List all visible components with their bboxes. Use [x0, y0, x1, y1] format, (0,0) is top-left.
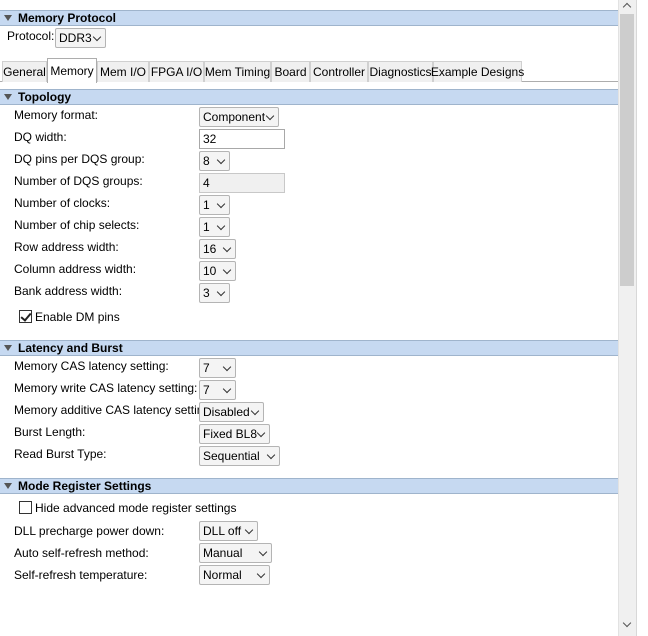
tab-fpga-io[interactable]: FPGA I/O [149, 61, 204, 82]
chevron-down-icon [222, 243, 232, 253]
bank-address-width-select[interactable]: 3 [199, 283, 230, 303]
chevron-down-icon [266, 450, 276, 460]
tab-memory[interactable]: Memory [47, 58, 97, 83]
tab-controller[interactable]: Controller [310, 61, 368, 82]
tab-bar: General Memory Mem I/O FPGA I/O Mem Timi… [0, 58, 618, 83]
self-refresh-temp-label: Self-refresh temperature: [14, 568, 148, 582]
chevron-down-icon [222, 362, 232, 372]
chevron-down-icon [222, 384, 232, 394]
num-dqs-groups-value: 4 [203, 176, 210, 190]
chevron-down-icon [92, 32, 102, 42]
chevron-down-icon [222, 265, 232, 275]
burst-length-value: Fixed BL8 [203, 427, 258, 441]
topology-header[interactable]: Topology [0, 89, 618, 105]
memory-format-value: Component [203, 110, 266, 124]
read-burst-type-value: Sequential [203, 449, 260, 463]
chevron-down-icon [250, 406, 260, 416]
column-address-width-value: 10 [203, 264, 217, 278]
self-refresh-temp-select[interactable]: Normal [199, 565, 270, 585]
column-address-width-label: Column address width: [14, 262, 137, 276]
dq-width-label: DQ width: [14, 130, 67, 144]
num-clocks-label: Number of clocks: [14, 196, 111, 210]
section-title: Memory Protocol [18, 11, 117, 25]
memory-format-select[interactable]: Component [199, 107, 279, 127]
dll-precharge-value: DLL off [203, 524, 242, 538]
read-burst-type-label: Read Burst Type: [14, 447, 107, 461]
cas-latency-select[interactable]: 7 [199, 358, 236, 378]
row-address-width-label: Row address width: [14, 240, 119, 254]
enable-dm-pins-checkbox[interactable] [19, 310, 32, 323]
chevron-down-icon [216, 221, 226, 231]
num-clocks-select[interactable]: 1 [199, 195, 230, 215]
tab-general[interactable]: General [2, 61, 47, 82]
num-chip-selects-value: 1 [203, 220, 210, 234]
protocol-value: DDR3 [59, 31, 92, 45]
collapse-triangle-icon[interactable] [4, 345, 12, 351]
bank-address-width-value: 3 [203, 286, 210, 300]
tab-example-designs[interactable]: Example Designs [431, 61, 524, 82]
chevron-down-icon [244, 525, 254, 535]
self-refresh-temp-value: Normal [203, 568, 242, 582]
additive-cas-latency-value: Disabled [203, 405, 250, 419]
memory-protocol-header[interactable]: Memory Protocol [0, 10, 618, 26]
chevron-down-icon [265, 111, 275, 121]
dq-pins-per-dqs-select[interactable]: 8 [199, 151, 230, 171]
auto-self-refresh-value: Manual [203, 546, 243, 560]
mode-register-header[interactable]: Mode Register Settings [0, 478, 618, 494]
section-title: Mode Register Settings [18, 479, 152, 493]
write-cas-latency-label: Memory write CAS latency setting: [14, 381, 198, 395]
memory-format-label: Memory format: [14, 108, 99, 122]
hide-advanced-label: Hide advanced mode register settings [35, 501, 237, 515]
protocol-select[interactable]: DDR3 [55, 28, 106, 48]
additive-cas-latency-select[interactable]: Disabled [199, 402, 264, 422]
write-cas-latency-select[interactable]: 7 [199, 380, 236, 400]
protocol-label: Protocol: [7, 29, 55, 43]
dq-width-value: 32 [203, 132, 217, 146]
num-dqs-groups-label: Number of DQS groups: [14, 174, 143, 188]
column-address-width-select[interactable]: 10 [199, 261, 236, 281]
num-dqs-groups-field: 4 [199, 173, 285, 193]
chevron-down-icon [258, 547, 268, 557]
write-cas-latency-value: 7 [203, 383, 210, 397]
read-burst-type-select[interactable]: Sequential [199, 446, 280, 466]
collapse-triangle-icon[interactable] [4, 483, 12, 489]
tab-board[interactable]: Board [271, 61, 310, 82]
tab-diagnostics[interactable]: Diagnostics [368, 61, 433, 82]
dll-precharge-label: DLL precharge power down: [14, 524, 165, 538]
chevron-down-icon [216, 155, 226, 165]
row-address-width-value: 16 [203, 242, 217, 256]
dll-precharge-select[interactable]: DLL off [199, 521, 258, 541]
chevron-down-icon [216, 287, 226, 297]
chevron-down-icon [256, 428, 266, 438]
section-title: Latency and Burst [18, 341, 123, 355]
burst-length-select[interactable]: Fixed BL8 [199, 424, 270, 444]
row-address-width-select[interactable]: 16 [199, 239, 236, 259]
chevron-down-icon [216, 199, 226, 209]
tab-mem-io[interactable]: Mem I/O [97, 61, 149, 82]
auto-self-refresh-label: Auto self-refresh method: [14, 546, 149, 560]
auto-self-refresh-select[interactable]: Manual [199, 543, 272, 563]
cas-latency-label: Memory CAS latency setting: [14, 359, 169, 373]
bank-address-width-label: Bank address width: [14, 284, 123, 298]
cas-latency-value: 7 [203, 361, 210, 375]
dq-width-field[interactable]: 32 [199, 129, 285, 149]
enable-dm-pins-label: Enable DM pins [35, 310, 120, 324]
tab-mem-timing[interactable]: Mem Timing [204, 61, 271, 82]
collapse-triangle-icon[interactable] [4, 94, 12, 100]
dq-pins-per-dqs-value: 8 [203, 154, 210, 168]
scrollbar-thumb[interactable] [620, 14, 634, 286]
collapse-triangle-icon[interactable] [4, 15, 12, 21]
hide-advanced-checkbox[interactable] [19, 501, 32, 514]
num-chip-selects-label: Number of chip selects: [14, 218, 140, 232]
dq-pins-per-dqs-label: DQ pins per DQS group: [14, 152, 145, 166]
num-chip-selects-select[interactable]: 1 [199, 217, 230, 237]
additive-cas-latency-label: Memory additive CAS latency setting: [14, 403, 214, 417]
latency-burst-header[interactable]: Latency and Burst [0, 340, 618, 356]
chevron-down-icon [256, 569, 266, 579]
num-clocks-value: 1 [203, 198, 210, 212]
section-title: Topology [18, 90, 72, 104]
window-edge [636, 0, 648, 636]
burst-length-label: Burst Length: [14, 425, 86, 439]
